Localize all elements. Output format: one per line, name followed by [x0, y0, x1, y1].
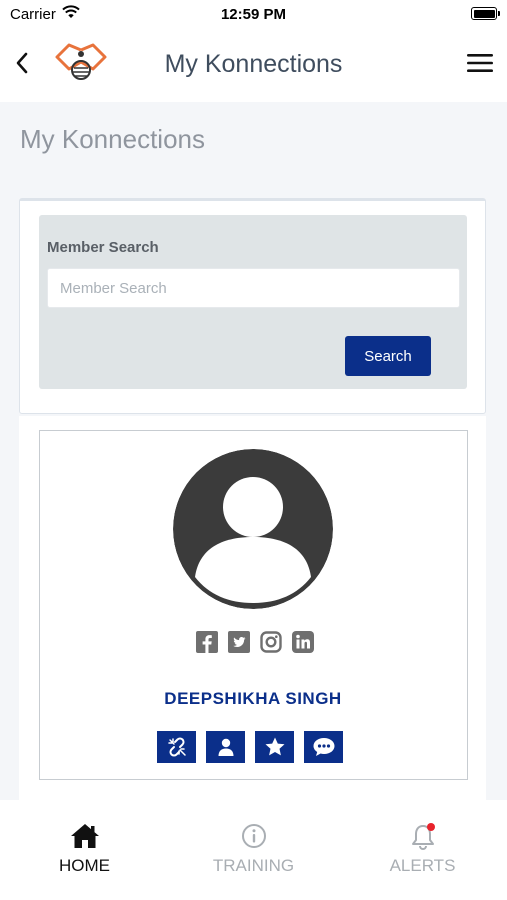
member-card[interactable]: DEEPSHIKHA SINGH — [39, 430, 468, 780]
unlink-icon — [167, 737, 186, 757]
alert-badge — [426, 823, 435, 831]
page-title: My Konnections — [20, 124, 205, 154]
facebook-icon[interactable] — [196, 631, 218, 653]
member-name[interactable]: DEEPSHIKHA SINGH — [40, 689, 466, 709]
tab-alerts-label: ALERTS — [389, 856, 456, 875]
tab-training-label: TRAINING — [212, 856, 295, 875]
profile-icon — [218, 738, 233, 756]
battery-icon — [471, 7, 500, 20]
message-button[interactable] — [304, 731, 343, 763]
app-header: My Konnections — [0, 30, 507, 102]
member-search-label: Member Search — [47, 239, 159, 256]
bottom-tab-bar: HOME TRAINING ALERTS — [0, 800, 507, 900]
tab-home[interactable]: HOME — [0, 800, 169, 900]
search-button[interactable]: Search — [345, 336, 431, 376]
bell-icon — [411, 823, 435, 850]
twitter-icon[interactable] — [228, 631, 250, 653]
info-icon — [241, 824, 266, 848]
favorite-button[interactable] — [255, 731, 294, 763]
hamburger-menu-icon[interactable] — [465, 50, 495, 76]
star-icon — [265, 737, 284, 756]
member-search-input[interactable] — [47, 268, 460, 308]
tab-alerts[interactable]: ALERTS — [338, 800, 507, 900]
status-bar: Carrier 12:59 PM — [0, 0, 507, 30]
member-actions — [157, 731, 343, 763]
member-list: DEEPSHIKHA SINGH — [19, 416, 486, 800]
chat-icon — [313, 738, 334, 756]
profile-button[interactable] — [206, 731, 245, 763]
member-search-box: Member Search Search — [39, 215, 467, 389]
instagram-icon[interactable] — [260, 631, 282, 653]
social-links — [196, 631, 314, 655]
linkedin-icon[interactable] — [292, 631, 314, 653]
avatar-placeholder-icon — [173, 449, 333, 609]
home-icon — [70, 824, 99, 848]
unlink-button[interactable] — [157, 731, 196, 763]
status-time: 12:59 PM — [220, 6, 287, 23]
header-title: My Konnections — [164, 50, 343, 78]
tab-home-label: HOME — [59, 856, 110, 875]
tab-training[interactable]: TRAINING — [169, 800, 338, 900]
member-search-panel: Member Search Search — [19, 198, 486, 414]
